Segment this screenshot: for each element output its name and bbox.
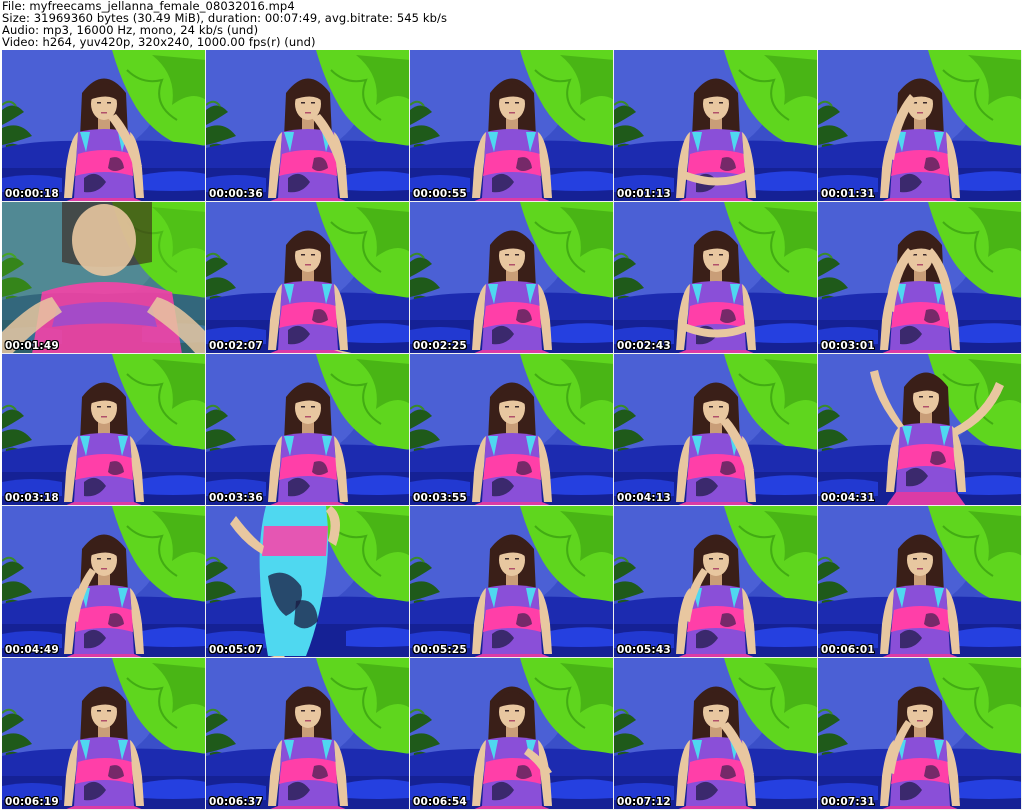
frame-timestamp: 00:00:55: [413, 188, 467, 200]
frame-timestamp: 00:02:25: [413, 340, 467, 352]
frame-image: [614, 354, 817, 505]
video-info-line: Video: h264, yuv420p, 320x240, 1000.00 f…: [2, 35, 316, 49]
frame-image: [818, 202, 1021, 353]
frame-timestamp: 00:03:36: [209, 492, 263, 504]
video-frame-thumbnail: 00:03:18: [2, 354, 206, 506]
frame-timestamp: 00:01:13: [617, 188, 671, 200]
video-frame-thumbnail: 00:06:19: [2, 658, 206, 810]
frame-image: [614, 506, 817, 657]
frame-image: [410, 658, 613, 809]
video-frame-thumbnail: 00:05:25: [410, 506, 614, 658]
frame-timestamp: 00:05:25: [413, 644, 467, 656]
video-frame-thumbnail: 00:04:49: [2, 506, 206, 658]
frame-timestamp: 00:07:12: [617, 796, 671, 808]
frame-timestamp: 00:04:49: [5, 644, 59, 656]
frame-timestamp: 00:05:07: [209, 644, 263, 656]
thumbnail-grid: 00:00:18 00:00:36 00:00:55 00:01:13 00:01:31…: [2, 50, 1022, 810]
frame-image: [2, 50, 205, 201]
frame-timestamp: 00:04:13: [617, 492, 671, 504]
frame-timestamp: 00:03:55: [413, 492, 467, 504]
video-frame-thumbnail: 00:00:36: [206, 50, 410, 202]
frame-image: [410, 506, 613, 657]
frame-image: [206, 354, 409, 505]
video-frame-thumbnail: 00:03:55: [410, 354, 614, 506]
video-frame-thumbnail: 00:02:25: [410, 202, 614, 354]
frame-image: [614, 50, 817, 201]
frame-image: [206, 202, 409, 353]
frame-timestamp: 00:07:31: [821, 796, 875, 808]
frame-image: [206, 506, 409, 657]
frame-image: [614, 202, 817, 353]
video-frame-thumbnail: 00:07:31: [818, 658, 1022, 810]
frame-timestamp: 00:01:49: [5, 340, 59, 352]
video-frame-thumbnail: 00:01:31: [818, 50, 1022, 202]
frame-image: [2, 506, 205, 657]
frame-timestamp: 00:00:18: [5, 188, 59, 200]
frame-image: [410, 202, 613, 353]
frame-timestamp: 00:06:19: [5, 796, 59, 808]
video-frame-thumbnail: 00:01:13: [614, 50, 818, 202]
frame-timestamp: 00:06:37: [209, 796, 263, 808]
frame-timestamp: 00:05:43: [617, 644, 671, 656]
video-frame-thumbnail: 00:02:43: [614, 202, 818, 354]
frame-timestamp: 00:06:54: [413, 796, 467, 808]
video-frame-thumbnail: 00:07:12: [614, 658, 818, 810]
frame-image: [410, 50, 613, 201]
frame-timestamp: 00:01:31: [821, 188, 875, 200]
frame-timestamp: 00:02:43: [617, 340, 671, 352]
video-frame-thumbnail: 00:04:31: [818, 354, 1022, 506]
frame-image: [410, 354, 613, 505]
frame-image: [818, 658, 1021, 809]
video-frame-thumbnail: 00:01:49: [2, 202, 206, 354]
video-frame-thumbnail: 00:05:07: [206, 506, 410, 658]
frame-timestamp: 00:06:01: [821, 644, 875, 656]
video-frame-thumbnail: 00:06:37: [206, 658, 410, 810]
frame-timestamp: 00:04:31: [821, 492, 875, 504]
frame-image: [2, 202, 205, 353]
frame-image: [206, 50, 409, 201]
frame-timestamp: 00:03:01: [821, 340, 875, 352]
frame-image: [818, 354, 1021, 505]
video-frame-thumbnail: 00:03:36: [206, 354, 410, 506]
frame-timestamp: 00:02:07: [209, 340, 263, 352]
frame-image: [614, 658, 817, 809]
file-info-header: File: myfreecams_jellanna_female_0803201…: [2, 0, 1022, 50]
video-frame-thumbnail: 00:06:01: [818, 506, 1022, 658]
frame-image: [818, 50, 1021, 201]
video-frame-thumbnail: 00:02:07: [206, 202, 410, 354]
video-frame-thumbnail: 00:03:01: [818, 202, 1022, 354]
frame-timestamp: 00:00:36: [209, 188, 263, 200]
video-frame-thumbnail: 00:00:18: [2, 50, 206, 202]
frame-image: [206, 658, 409, 809]
video-frame-thumbnail: 00:00:55: [410, 50, 614, 202]
video-frame-thumbnail: 00:04:13: [614, 354, 818, 506]
frame-timestamp: 00:03:18: [5, 492, 59, 504]
video-frame-thumbnail: 00:05:43: [614, 506, 818, 658]
frame-image: [818, 506, 1021, 657]
frame-image: [2, 354, 205, 505]
video-frame-thumbnail: 00:06:54: [410, 658, 614, 810]
frame-image: [2, 658, 205, 809]
